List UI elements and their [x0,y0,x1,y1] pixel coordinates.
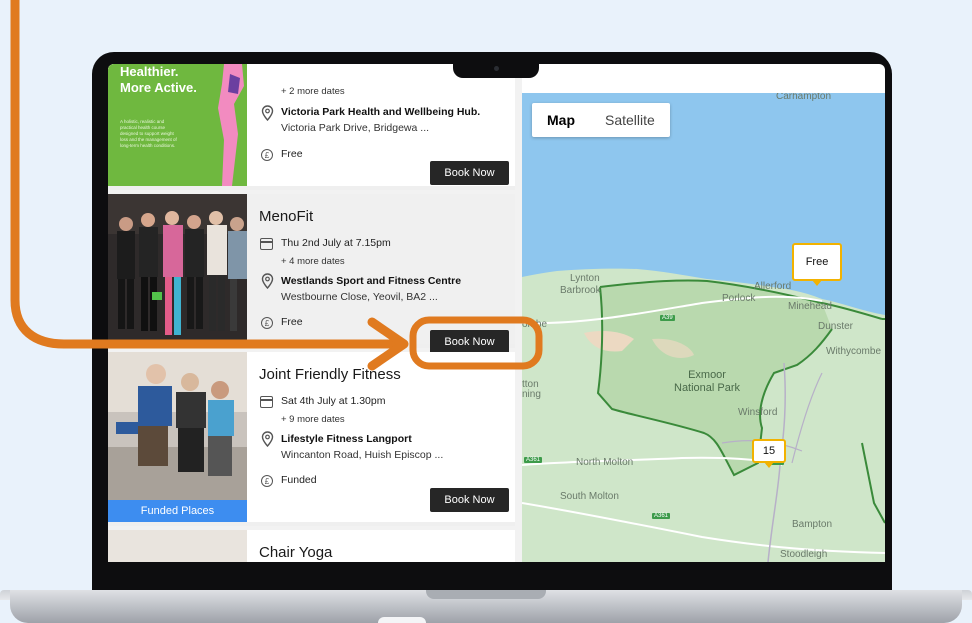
exmoor-national-park-label: Exmoor National Park [674,369,741,394]
map-place-label: Lynton [570,273,600,284]
road-sign: A39 [660,315,675,321]
chair-yoga-photo [108,530,247,562]
venue-name: Victoria Park Health and Wellbeing Hub. [281,106,481,118]
map-view[interactable]: Map Satellite Carhampton Lynton Barbrook… [522,93,885,562]
price-icon: £ [261,475,273,487]
book-now-button[interactable]: Book Now [430,488,509,512]
session-card-healthier[interactable]: Healthier. More Active. A holistic, reali… [108,64,515,190]
session-title[interactable]: Joint Friendly Fitness [259,366,401,383]
calendar-icon [260,396,273,408]
book-now-button[interactable]: Book Now [430,330,509,354]
location-pin-icon [261,105,274,121]
session-date: Thu 2nd July at 7.15pm [281,237,391,249]
laptop-hinge-groove [426,590,546,599]
map-place-label: Withycombe [826,346,882,357]
session-card-joint-friendly[interactable]: Funded Places Joint Friendly Fitness Sat… [108,352,515,526]
map-place-label: Winsford [738,407,778,418]
more-dates: + 2 more dates [281,86,345,97]
map-marker-free[interactable]: Free [792,243,842,286]
price-icon: £ [261,317,273,329]
laptop-trackpad [378,617,426,623]
promo-image: Healthier. More Active. A holistic, reali… [108,64,247,186]
map-place-label: South Molton [560,491,619,502]
map-place-label: Stoodleigh [780,549,828,560]
venue-address: Westbourne Close, Yeovil, BA2 ... [281,291,438,303]
session-title[interactable]: Chair Yoga [259,544,332,561]
screen: Healthier. More Active. A holistic, reali… [108,64,885,562]
map-place-label: Minehead [788,301,832,312]
location-pin-icon [261,273,274,289]
joint-fitness-photo: Funded Places [108,352,247,522]
venue-name: Lifestyle Fitness Langport [281,433,412,445]
price-label: Funded [281,474,317,486]
map-place-label: Bampton [792,519,833,530]
venue-address: Victoria Park Drive, Bridgewa ... [281,122,430,134]
promo-text: A holistic, realistic and practical heal… [120,119,177,148]
venue-address: Wincanton Road, Huish Episcop ... [281,449,444,461]
promo-heading: Healthier. More Active. [120,64,197,95]
session-card-chair-yoga[interactable]: Chair Yoga [108,530,515,562]
more-dates: + 9 more dates [281,414,345,425]
session-list: Healthier. More Active. A holistic, reali… [108,64,522,562]
map-tab[interactable]: Map [532,103,590,137]
road-sign: A361 [524,457,543,463]
map-place-label: North Molton [576,457,634,468]
map-place-label: Porlock [722,293,756,304]
price-label: Free [281,148,303,160]
book-now-button[interactable]: Book Now [430,161,509,185]
calendar-icon [260,238,273,250]
price-icon: £ [261,149,273,161]
session-date: Sat 4th July at 1.30pm [281,395,386,407]
road-sign: A361 [652,513,671,519]
map-place-label: Dunster [818,321,854,332]
funded-places-badge: Funded Places [108,500,247,522]
promo-figure [218,64,244,186]
venue-name: Westlands Sport and Fitness Centre [281,275,462,287]
more-dates: + 4 more dates [281,256,345,267]
map-place-label: Allerford [754,281,792,292]
menofit-photo [108,194,247,344]
price-label: Free [281,316,303,328]
map-place-label: Carhampton [776,93,832,102]
map-marker-cluster[interactable]: 15 [752,439,786,468]
map-place-label: Barbrook [560,285,601,296]
session-card-menofit[interactable]: MenoFit Thu 2nd July at 7.15pm + 4 more … [108,194,515,354]
session-title[interactable]: MenoFit [259,208,313,225]
camera-icon [494,66,499,71]
location-pin-icon [261,431,274,447]
satellite-tab[interactable]: Satellite [590,103,670,137]
map-place-label: ning [522,389,541,400]
map-type-toggle: Map Satellite [532,103,670,137]
map-place-label: ombe [522,319,548,330]
